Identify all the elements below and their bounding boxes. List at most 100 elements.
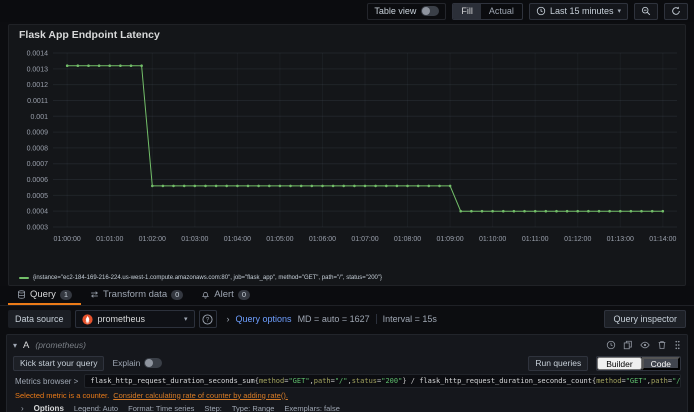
time-range-label: Last 15 minutes <box>549 6 614 16</box>
explain-label: Explain <box>112 358 141 368</box>
query-tools-row: Kick start your query Explain Run querie… <box>13 353 681 373</box>
svg-text:01:06:00: 01:06:00 <box>309 236 336 243</box>
query-options-toggle[interactable]: › Query options MD = auto = 1627 Interva… <box>227 314 437 324</box>
query-options-interval: Interval = 15s <box>375 314 437 324</box>
refresh-button[interactable] <box>664 2 688 20</box>
svg-text:0.0012: 0.0012 <box>27 82 49 89</box>
counter-warning-row: Selected metric is a counter. Consider c… <box>13 389 681 401</box>
panel-editor-toolbar: Table view Fill Actual Last 15 minutes ▾ <box>0 0 694 22</box>
svg-text:0.0003: 0.0003 <box>27 225 49 232</box>
chevron-right-icon: › <box>226 314 230 324</box>
svg-text:0.0013: 0.0013 <box>27 66 49 73</box>
svg-text:0.0011: 0.0011 <box>27 98 48 105</box>
svg-text:0.0005: 0.0005 <box>27 193 49 200</box>
legend-series-label[interactable]: {instance="ec2-184-169-216-224.us-west-1… <box>33 275 382 281</box>
svg-text:01:07:00: 01:07:00 <box>351 236 378 243</box>
magnifier-minus-icon <box>641 6 651 16</box>
svg-text:0.0006: 0.0006 <box>27 177 49 184</box>
transform-icon <box>90 290 99 299</box>
datasource-row: Data source prometheus ▾ ? › Query optio… <box>0 306 694 332</box>
explain-switch[interactable] <box>144 358 163 368</box>
fill-actual-group: Fill Actual <box>452 2 523 20</box>
svg-text:01:10:00: 01:10:00 <box>479 236 506 243</box>
tab-alert[interactable]: Alert 0 <box>192 286 259 305</box>
latency-panel: Flask App Endpoint Latency 0.0014 0.0013 0… <box>8 24 686 286</box>
svg-text:01:08:00: 01:08:00 <box>394 236 421 243</box>
builder-button[interactable]: Builder <box>597 356 642 370</box>
tab-transform-label: Transform data <box>103 289 168 300</box>
database-icon <box>17 290 26 299</box>
duplicate-query-icon[interactable] <box>623 340 633 350</box>
code-button[interactable]: Code <box>641 356 680 370</box>
bell-icon <box>201 290 210 299</box>
run-queries-button[interactable]: Run queries <box>528 355 589 371</box>
disable-query-eye-icon[interactable] <box>640 340 650 350</box>
svg-text:0.0007: 0.0007 <box>27 161 49 168</box>
collapse-chevron-icon[interactable]: ▾ <box>13 341 17 350</box>
clock-icon <box>536 6 546 16</box>
promql-editor[interactable]: flask_http_request_duration_seconds_sum{… <box>84 374 681 388</box>
tab-query-label: Query <box>30 289 56 300</box>
query-editor-card: ▾ A (prometheus) Kick start your query E… <box>6 334 688 412</box>
explain-toggle-group: Explain <box>112 358 163 368</box>
counter-warning-text: Selected metric is a counter. <box>15 390 110 400</box>
tab-transform-data[interactable]: Transform data 0 <box>81 286 192 305</box>
tab-query[interactable]: Query 1 <box>8 286 82 305</box>
table-view-toggle-group[interactable]: Table view <box>367 2 447 20</box>
svg-text:01:05:00: 01:05:00 <box>266 236 293 243</box>
chevron-down-icon: ▾ <box>184 316 188 323</box>
time-range-picker[interactable]: Last 15 minutes ▾ <box>528 2 628 20</box>
chevron-down-icon: ▾ <box>617 8 621 15</box>
query-options-label: Query options <box>235 314 292 324</box>
kick-start-query-button[interactable]: Kick start your query <box>13 355 105 371</box>
svg-text:0.0014: 0.0014 <box>27 51 49 58</box>
tab-query-count: 1 <box>59 289 73 300</box>
svg-text:01:02:00: 01:02:00 <box>139 236 166 243</box>
tab-alert-label: Alert <box>214 289 234 300</box>
metrics-browser-row: Metrics browser > flask_http_request_dur… <box>13 373 681 389</box>
metrics-browser-button[interactable]: Metrics browser > <box>13 377 78 386</box>
svg-text:0.0009: 0.0009 <box>27 130 49 137</box>
datasource-help-button[interactable]: ? <box>198 310 217 328</box>
drag-handle-icon[interactable] <box>674 340 681 350</box>
actual-button[interactable]: Actual <box>481 4 522 19</box>
query-row-actions <box>606 340 681 350</box>
delete-query-trash-icon[interactable] <box>657 340 667 350</box>
svg-text:0.0004: 0.0004 <box>27 209 49 216</box>
query-inspector-button[interactable]: Query inspector <box>604 310 686 328</box>
table-view-switch[interactable] <box>421 6 440 16</box>
tab-transform-count: 0 <box>171 289 184 300</box>
query-datasource-hint: (prometheus) <box>35 340 86 350</box>
svg-text:0.0008: 0.0008 <box>27 145 49 152</box>
svg-text:01:03:00: 01:03:00 <box>181 236 208 243</box>
editor-tabs: Query 1 Transform data 0 Alert 0 <box>0 286 694 306</box>
chart-legend: {instance="ec2-184-169-216-224.us-west-1… <box>9 270 685 285</box>
table-view-label: Table view <box>374 6 417 16</box>
history-clock-icon[interactable] <box>606 340 616 350</box>
panel-title[interactable]: Flask App Endpoint Latency <box>9 25 685 45</box>
zoom-out-button[interactable] <box>634 2 658 20</box>
query-ref-id[interactable]: A <box>23 340 29 351</box>
svg-text:01:09:00: 01:09:00 <box>436 236 463 243</box>
tab-alert-count: 0 <box>237 289 250 300</box>
svg-text:01:14:00: 01:14:00 <box>649 236 676 243</box>
query-row-header: ▾ A (prometheus) <box>13 337 681 353</box>
query-options-footer: › Options Legend: Auto Format: Time serie… <box>13 401 681 412</box>
counter-warning-link[interactable]: Consider calculating rate of counter by … <box>113 391 288 400</box>
datasource-label: Data source <box>8 310 71 328</box>
datasource-select[interactable]: prometheus ▾ <box>74 310 195 328</box>
prometheus-icon <box>81 313 93 325</box>
chart-area: 0.0014 0.0013 0.0012 0.0011 0.001 0.0009 0.000… <box>9 45 685 270</box>
options-summary: Legend: Auto Format: Time series Step: Type… <box>73 403 340 412</box>
fill-button[interactable]: Fill <box>453 3 481 19</box>
chevron-right-icon[interactable]: › <box>21 404 24 412</box>
refresh-icon <box>671 6 681 16</box>
options-label[interactable]: Options <box>34 404 64 412</box>
latency-chart[interactable]: 0.0014 0.0013 0.0012 0.0011 0.001 0.0009 0.000… <box>9 45 685 257</box>
svg-text:01:01:00: 01:01:00 <box>96 236 123 243</box>
promql-expression[interactable]: flask_http_request_duration_seconds_sum{… <box>90 377 680 385</box>
query-options-md: MD = auto = 1627 <box>297 314 370 324</box>
legend-series-swatch <box>19 276 29 279</box>
svg-text:01:00:00: 01:00:00 <box>54 236 81 243</box>
svg-text:0.001: 0.001 <box>30 114 48 121</box>
